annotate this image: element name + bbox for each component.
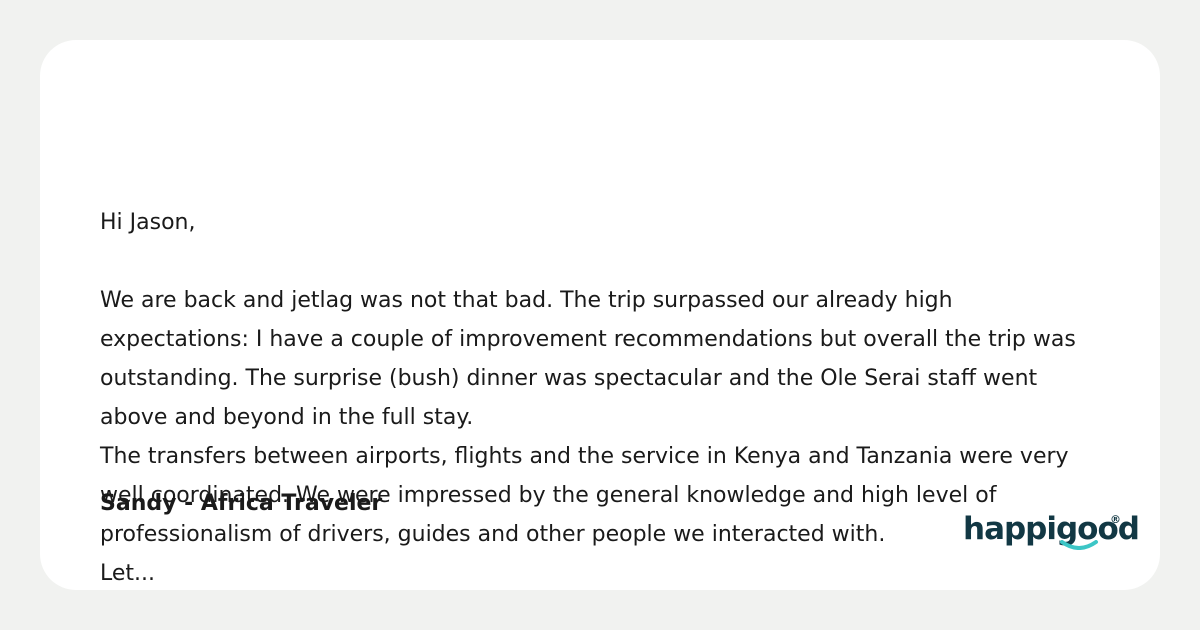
testimonial-message: Hi Jason, We are back and jetlag was not… (100, 210, 1076, 586)
registered-mark: ® (1110, 513, 1121, 526)
